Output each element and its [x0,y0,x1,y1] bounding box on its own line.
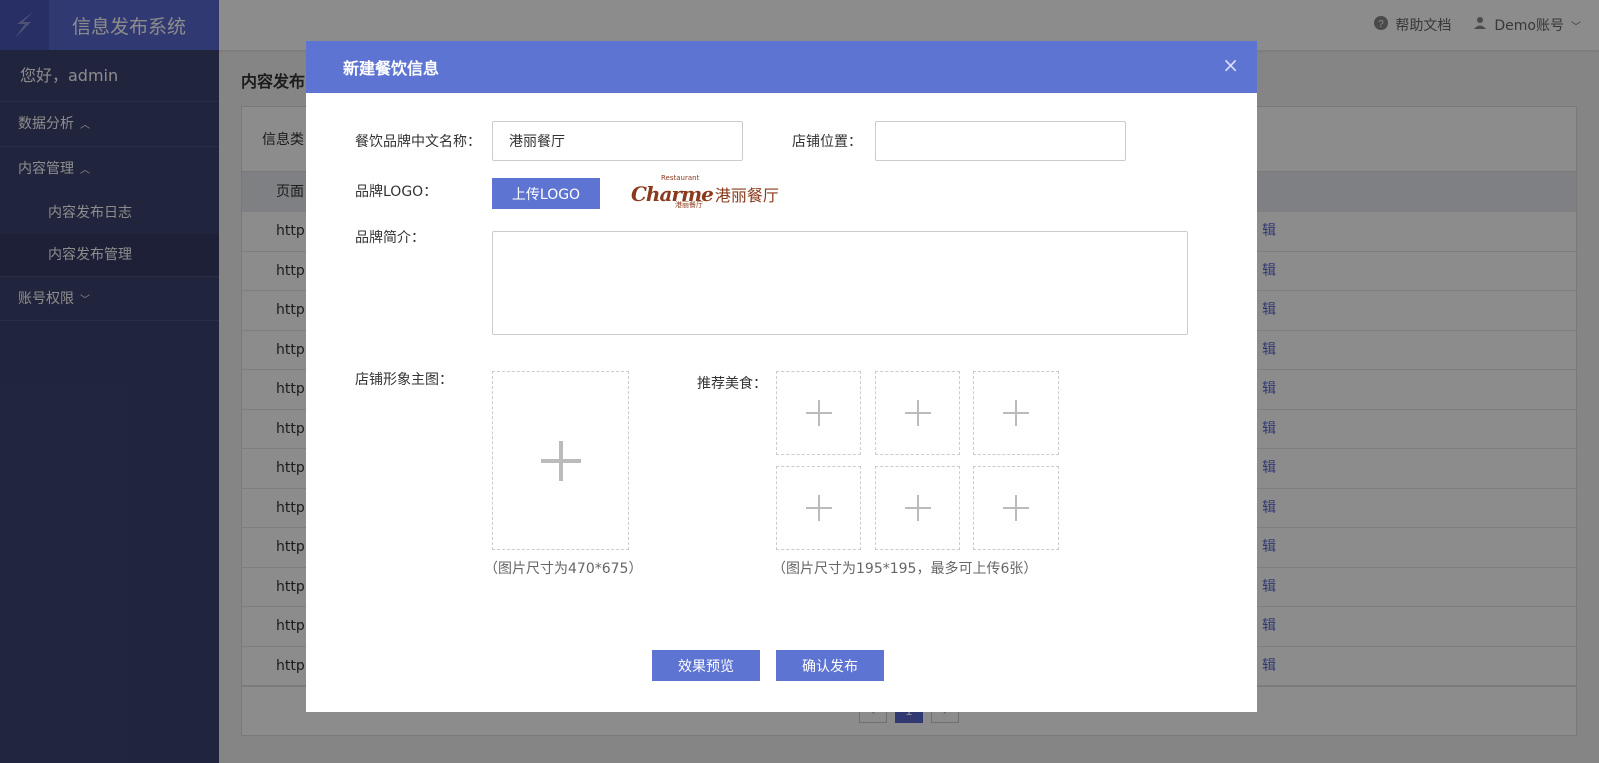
food-label: 推荐美食： [697,376,767,392]
location-input[interactable] [875,121,1126,161]
brand-name-label: 餐饮品牌中文名称： [355,134,481,150]
main-image-label: 店铺形象主图： [355,372,453,388]
dialog-title: 新建餐饮信息 [343,59,440,78]
logo-label: 品牌LOGO： [355,184,438,200]
food-image-upload[interactable] [973,371,1059,455]
plus-icon [904,400,931,426]
main-image-upload[interactable] [492,371,629,550]
preview-button[interactable]: 效果预览 [652,650,760,681]
close-icon[interactable]: × [1222,55,1239,75]
main-image-hint: （图片尺寸为470*675） [484,561,643,577]
location-label: 店铺位置： [792,134,862,150]
logo-small-text: Restaurant [661,174,700,182]
food-image-upload[interactable] [776,466,861,550]
plus-icon [1003,495,1029,521]
food-image-upload[interactable] [776,371,861,455]
food-image-hint: （图片尺寸为195*195，最多可上传6张） [772,561,1038,577]
intro-textarea[interactable] [492,231,1188,335]
plus-icon [805,495,832,521]
food-image-upload[interactable] [875,371,960,455]
upload-logo-button[interactable]: 上传LOGO [492,178,600,209]
food-image-upload[interactable] [973,466,1059,550]
plus-icon [540,440,581,481]
logo-cn-text: 港丽餐厅 [714,186,779,205]
dialog-header: 新建餐饮信息 × [306,41,1257,93]
food-image-upload[interactable] [875,466,960,550]
intro-label: 品牌简介： [355,230,425,246]
plus-icon [1003,400,1029,426]
plus-icon [904,495,931,521]
create-restaurant-dialog: 新建餐饮信息 × 餐饮品牌中文名称： 店铺位置： 品牌LOGO： 上传LOGO … [306,41,1257,712]
brand-name-input[interactable] [492,121,743,161]
publish-button[interactable]: 确认发布 [776,650,884,681]
brand-logo-preview: Restaurant Charme 港丽餐厅 港丽餐厅 [631,174,779,209]
plus-icon [805,400,832,426]
logo-small-text: 港丽餐厅 [675,201,703,209]
